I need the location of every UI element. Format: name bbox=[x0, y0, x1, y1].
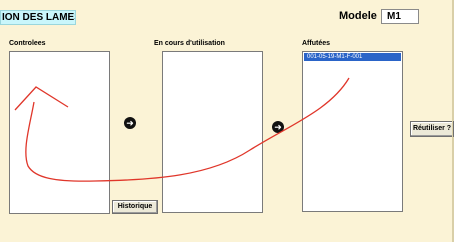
controlees-listbox[interactable] bbox=[9, 51, 110, 214]
move-right-button[interactable]: ➜ bbox=[272, 121, 284, 133]
move-right-button[interactable]: ➜ bbox=[124, 117, 136, 129]
reutiliser-button[interactable]: Réutiliser ? bbox=[410, 121, 454, 137]
historique-button[interactable]: Historique bbox=[112, 200, 158, 214]
en-cours-listbox[interactable] bbox=[162, 51, 263, 213]
arrow-right-circle-icon: ➜ bbox=[126, 118, 134, 128]
controlees-label: Controlees bbox=[9, 40, 46, 47]
header-bar: ION DES LAMES Modele M1 bbox=[0, 0, 453, 30]
modele-field[interactable]: M1 bbox=[381, 9, 419, 24]
window-edge bbox=[452, 0, 453, 242]
page-title: ION DES LAMES bbox=[0, 10, 76, 25]
list-item[interactable]: 001-05-19-M1-F-001 bbox=[304, 53, 401, 61]
affutees-listbox[interactable]: 001-05-19-M1-F-001 bbox=[302, 51, 403, 212]
arrow-right-circle-icon: ➜ bbox=[274, 122, 282, 132]
en-cours-label: En cours d'utilisation bbox=[154, 40, 225, 47]
affutees-label: Affutées bbox=[302, 40, 331, 47]
app-window: ION DES LAMES Modele M1 Controlees En co… bbox=[0, 0, 454, 242]
modele-label: Modele bbox=[339, 10, 377, 22]
